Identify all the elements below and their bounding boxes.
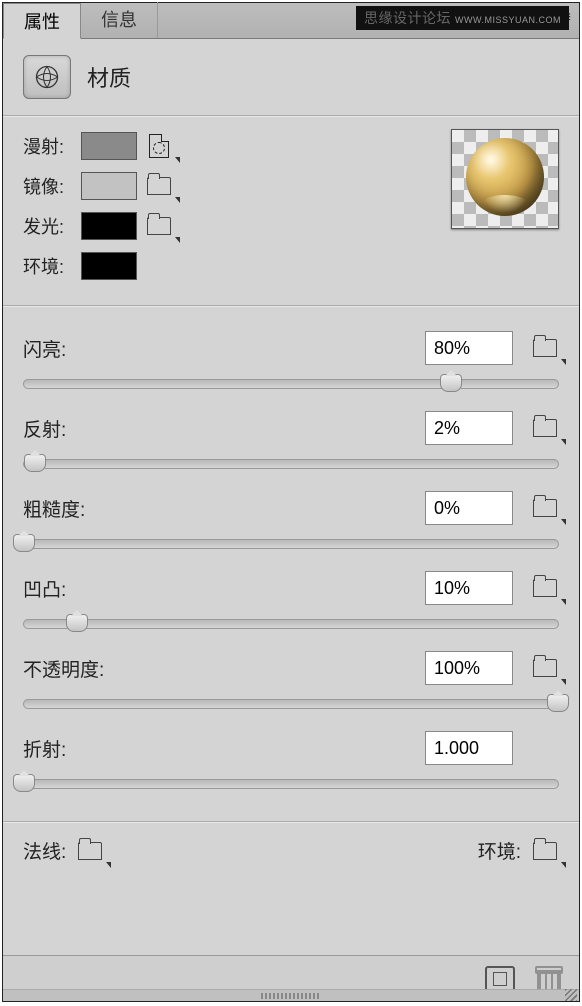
- tab-properties[interactable]: 属性: [3, 3, 81, 39]
- roughness-slider-block: 粗糙度:: [23, 491, 559, 549]
- material-sphere-icon: [33, 63, 61, 91]
- folder-icon: [147, 217, 171, 235]
- bump-folder-button[interactable]: [531, 575, 559, 601]
- refraction-slider[interactable]: [23, 779, 559, 789]
- material-preview: [451, 129, 559, 229]
- specular-label: 镜像:: [23, 173, 73, 199]
- ambient-swatch[interactable]: [81, 252, 137, 280]
- folder-icon: [533, 579, 557, 597]
- bump-slider[interactable]: [23, 619, 559, 629]
- folder-icon: [533, 659, 557, 677]
- opacity-folder-button[interactable]: [531, 655, 559, 681]
- reflection-input[interactable]: [425, 411, 513, 445]
- normal-label: 法线:: [23, 837, 66, 864]
- opacity-slider[interactable]: [23, 699, 559, 709]
- folder-icon: [533, 339, 557, 357]
- diffuse-texture-button[interactable]: [145, 133, 173, 159]
- ambient-label: 环境:: [23, 253, 73, 279]
- bump-input[interactable]: [425, 571, 513, 605]
- resize-corner-icon[interactable]: [565, 989, 577, 1001]
- illumination-swatch[interactable]: [81, 212, 137, 240]
- opacity-label: 不透明度:: [23, 655, 425, 682]
- shine-label: 闪亮:: [23, 335, 425, 362]
- folder-icon: [533, 842, 557, 860]
- specular-folder-button[interactable]: [145, 173, 173, 199]
- delete-button[interactable]: [535, 966, 559, 992]
- grip-icon: [261, 993, 321, 999]
- shine-folder-button[interactable]: [531, 335, 559, 361]
- slider-thumb[interactable]: [440, 374, 462, 392]
- opacity-input[interactable]: [425, 651, 513, 685]
- slider-thumb[interactable]: [13, 774, 35, 792]
- roughness-input[interactable]: [425, 491, 513, 525]
- diffuse-swatch[interactable]: [81, 132, 137, 160]
- roughness-folder-button[interactable]: [531, 495, 559, 521]
- illumination-folder-button[interactable]: [145, 213, 173, 239]
- folder-icon: [78, 842, 102, 860]
- roughness-label: 粗糙度:: [23, 495, 425, 522]
- document-icon: [149, 134, 169, 158]
- shine-input[interactable]: [425, 331, 513, 365]
- slider-thumb[interactable]: [547, 694, 569, 712]
- reflection-slider-block: 反射:: [23, 411, 559, 469]
- environment-label: 环境:: [478, 837, 521, 864]
- slider-thumb[interactable]: [24, 454, 46, 472]
- refraction-slider-block: 折射:: [23, 731, 559, 789]
- folder-icon: [533, 499, 557, 517]
- folder-icon: [533, 419, 557, 437]
- render-settings-button[interactable]: [485, 966, 515, 992]
- bump-slider-block: 凹凸:: [23, 571, 559, 629]
- bump-label: 凹凸:: [23, 575, 425, 602]
- shine-slider-block: 闪亮:: [23, 331, 559, 389]
- normal-folder-button[interactable]: [76, 838, 104, 864]
- shine-slider[interactable]: [23, 379, 559, 389]
- slider-thumb[interactable]: [13, 534, 35, 552]
- reflection-folder-button[interactable]: [531, 415, 559, 441]
- resize-bar[interactable]: [3, 989, 579, 1001]
- folder-icon: [147, 177, 171, 195]
- specular-swatch[interactable]: [81, 172, 137, 200]
- refraction-label: 折射:: [23, 735, 425, 762]
- watermark: 思缘设计论坛WWW.MISSYUAN.COM: [356, 6, 569, 30]
- slider-thumb[interactable]: [66, 614, 88, 632]
- tab-info[interactable]: 信息: [81, 2, 158, 38]
- reflection-slider[interactable]: [23, 459, 559, 469]
- panel-title: 材质: [87, 61, 131, 93]
- opacity-slider-block: 不透明度:: [23, 651, 559, 709]
- diffuse-label: 漫射:: [23, 133, 73, 159]
- environment-folder-button[interactable]: [531, 838, 559, 864]
- illumination-label: 发光:: [23, 213, 73, 239]
- roughness-slider[interactable]: [23, 539, 559, 549]
- refraction-input[interactable]: [425, 731, 513, 765]
- material-icon-button[interactable]: [23, 55, 71, 99]
- reflection-label: 反射:: [23, 415, 425, 442]
